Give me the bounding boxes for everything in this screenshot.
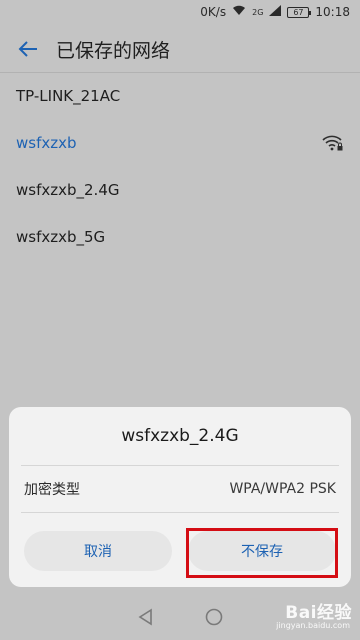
battery-icon: 67	[287, 6, 312, 18]
network-name: wsfxzxb_2.4G	[16, 180, 120, 199]
watermark-logo: Bai经验	[285, 603, 352, 623]
wifi-lock-icon	[322, 134, 344, 152]
status-time: 10:18	[315, 5, 350, 19]
network-item-wsfxzxb-5g[interactable]: wsfxzxb_5G	[0, 213, 360, 260]
nav-home-icon[interactable]	[204, 607, 224, 627]
highlight-annotation	[186, 528, 338, 578]
signal-icon	[269, 5, 282, 19]
signal-label: 2G	[252, 7, 264, 17]
nav-back-icon[interactable]	[136, 607, 156, 627]
encryption-label: 加密类型	[24, 482, 80, 498]
dialog-title: wsfxzxb_2.4G	[121, 426, 239, 446]
wifi-status-icon	[232, 5, 246, 19]
encryption-value: WPA/WPA2 PSK	[229, 481, 336, 497]
network-name: TP-LINK_21AC	[16, 86, 121, 105]
back-arrow-icon[interactable]	[16, 37, 40, 61]
dialog-divider	[21, 512, 339, 513]
network-item-wsfxzxb-2-4g[interactable]: wsfxzxb_2.4G	[0, 166, 360, 213]
network-item-tp-link[interactable]: TP-LINK_21AC	[0, 72, 360, 119]
saved-network-list: TP-LINK_21AC wsfxzxb wsfxzxb_2.4G wsfxzx…	[0, 72, 360, 260]
network-speed: 0K/s	[200, 5, 227, 19]
network-name: wsfxzxb	[16, 133, 77, 152]
status-bar: 0K/s 2G 67 10:18	[0, 0, 360, 24]
app-bar: 已保存的网络	[0, 26, 360, 72]
network-item-wsfxzxb[interactable]: wsfxzxb	[0, 119, 360, 166]
encryption-row: 加密类型 WPA/WPA2 PSK	[9, 466, 351, 512]
page-title: 已保存的网络	[56, 39, 171, 62]
network-name: wsfxzxb_5G	[16, 227, 106, 246]
watermark-url: jingyan.baidu.com	[276, 621, 350, 630]
cancel-button[interactable]: 取消	[24, 531, 172, 571]
